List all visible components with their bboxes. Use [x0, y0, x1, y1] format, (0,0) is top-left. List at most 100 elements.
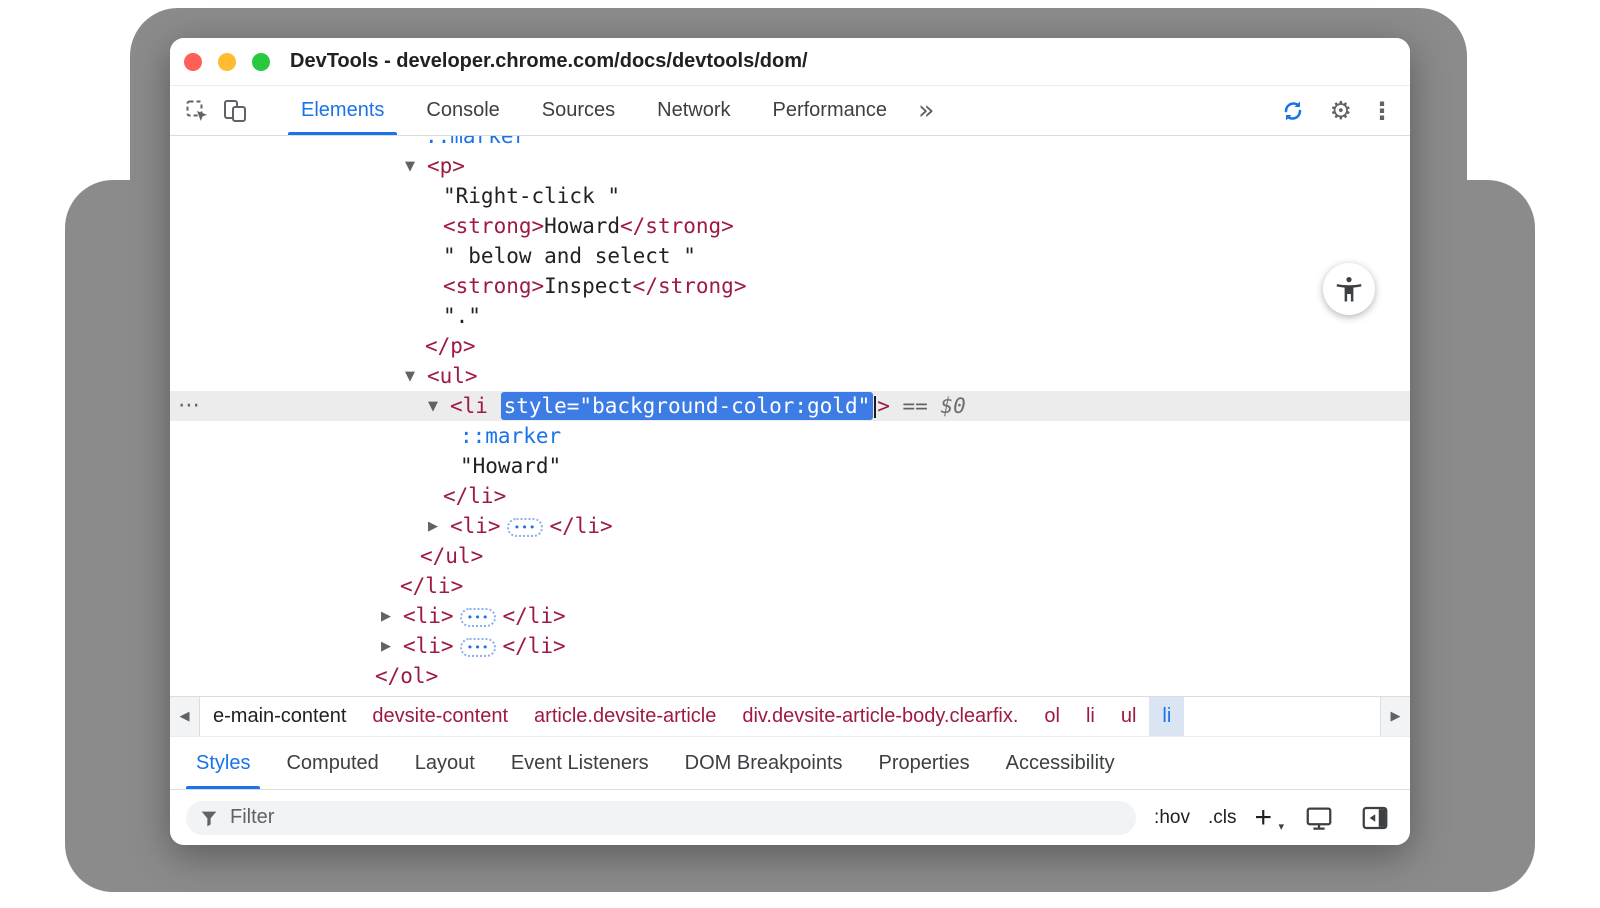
tag-token: > [877, 394, 890, 418]
filter-funnel-icon [198, 807, 220, 829]
style-filter-pill[interactable] [186, 801, 1136, 835]
dom-tree-line[interactable]: ::marker [170, 421, 1410, 451]
tag-token: </li> [443, 484, 506, 508]
dom-tree-line[interactable]: ▶<li>•••</li> [170, 511, 1410, 541]
caret-down-icon: ▾ [1278, 820, 1284, 833]
breadcrumb-item[interactable]: div.devsite-article-body.clearfix. [729, 697, 1031, 736]
dom-tree-line[interactable]: <strong>Howard</strong> [170, 211, 1410, 241]
breadcrumb: e-main-contentdevsite-contentarticle.dev… [200, 697, 1380, 736]
breadcrumb-item[interactable]: ol [1031, 697, 1073, 736]
tag-token: </strong> [633, 274, 747, 298]
monitor-icon[interactable] [1300, 803, 1338, 833]
more-tabs-icon[interactable]: » [908, 86, 945, 135]
tag-token: </li> [502, 604, 565, 628]
accessibility-icon [1334, 274, 1364, 304]
styles-filter-bar: :hov .cls + ▾ [170, 790, 1410, 845]
breadcrumb-scroll-right-icon[interactable]: ▶ [1380, 697, 1410, 736]
more-actions-icon[interactable]: ⋯ [178, 391, 201, 421]
dom-tree-line[interactable]: </li> [170, 481, 1410, 511]
tab-network[interactable]: Network [636, 86, 751, 135]
dom-tree-line[interactable]: "Howard" [170, 451, 1410, 481]
tag-token: <p> [427, 154, 465, 178]
dom-tree-line[interactable]: "." [170, 301, 1410, 331]
tag-token: </ol> [375, 664, 438, 688]
new-style-rule-button[interactable]: + ▾ [1254, 803, 1282, 833]
tag-token: <li> [403, 604, 454, 628]
dom-tree-line[interactable]: ⋯▼<li style="background-color:gold"> == … [170, 391, 1410, 421]
minimize-button[interactable] [218, 53, 236, 71]
sidebar-tab-properties[interactable]: Properties [861, 737, 988, 789]
tag-token: <ul> [427, 364, 478, 388]
dom-tree-line[interactable]: ▼<p> [170, 151, 1410, 181]
plus-icon: + [1254, 801, 1272, 834]
zoom-button[interactable] [252, 53, 270, 71]
text-token: Inspect [544, 274, 633, 298]
toggle-element-state-button[interactable]: :hov [1154, 807, 1190, 829]
tag-token: <li> [403, 634, 454, 658]
pseudo-element-token: ::marker [460, 424, 561, 448]
tab-sources[interactable]: Sources [521, 86, 636, 135]
sidebar-tab-accessibility[interactable]: Accessibility [988, 737, 1133, 789]
expand-children-icon[interactable]: ••• [460, 638, 497, 657]
sidebar-tab-computed[interactable]: Computed [268, 737, 396, 789]
text-token: "Right-click " [443, 184, 620, 208]
devtools-toolbar: ElementsConsoleSourcesNetworkPerformance… [170, 86, 1410, 136]
sidebar-tab-event-listeners[interactable]: Event Listeners [493, 737, 667, 789]
dom-tree-line[interactable]: <strong>Inspect</strong> [170, 271, 1410, 301]
breadcrumb-item[interactable]: devsite-content [359, 697, 521, 736]
sidebar-tab-layout[interactable]: Layout [397, 737, 493, 789]
breadcrumb-item[interactable]: e-main-content [200, 697, 359, 736]
breadcrumb-scroll-left-icon[interactable]: ◀ [170, 697, 200, 736]
accessibility-button[interactable] [1323, 263, 1375, 315]
breadcrumb-item[interactable]: li [1149, 697, 1184, 736]
settings-gear-icon[interactable]: ⚙ [1330, 96, 1352, 125]
dom-tree-line[interactable]: ▶<li>•••</li> [170, 631, 1410, 661]
inspect-icon[interactable] [178, 86, 216, 135]
dom-tree-line[interactable]: </p> [170, 331, 1410, 361]
expand-arrow-icon[interactable]: ▼ [405, 362, 427, 392]
sidebar-tab-styles[interactable]: Styles [178, 737, 268, 789]
dom-tree-line[interactable]: ▼<ul> [170, 361, 1410, 391]
expand-arrow-icon[interactable]: ▼ [428, 392, 450, 422]
dom-tree-line[interactable]: </ol> [170, 661, 1410, 691]
breadcrumb-item[interactable]: article.devsite-article [521, 697, 729, 736]
style-filter-input[interactable] [230, 806, 1124, 829]
close-button[interactable] [184, 53, 202, 71]
devtools-window: DevTools - developer.chrome.com/docs/dev… [170, 38, 1410, 845]
titlebar: DevTools - developer.chrome.com/docs/dev… [170, 38, 1410, 86]
tag-token: </ul> [420, 544, 483, 568]
equals-token: == [890, 394, 941, 418]
tab-performance[interactable]: Performance [752, 86, 909, 135]
expand-children-icon[interactable]: ••• [507, 518, 544, 537]
device-toolbar-icon[interactable] [216, 86, 254, 135]
element-classes-button[interactable]: .cls [1208, 807, 1237, 829]
sync-icon[interactable] [1274, 97, 1312, 125]
text-token: "." [443, 304, 481, 328]
tag-token: </li> [400, 574, 463, 598]
expand-children-icon[interactable]: ••• [460, 608, 497, 627]
tab-elements[interactable]: Elements [280, 86, 405, 135]
collapse-arrow-icon[interactable]: ▶ [381, 632, 403, 662]
kebab-menu-icon[interactable]: ⋮ [1370, 97, 1394, 125]
breadcrumb-item[interactable]: li [1073, 697, 1108, 736]
tag-token: <li> [450, 514, 501, 538]
dom-tree-line[interactable]: " below and select " [170, 241, 1410, 271]
tag-token: </p> [425, 334, 476, 358]
breadcrumb-item[interactable]: ul [1108, 697, 1150, 736]
tag-token: <li [450, 394, 501, 418]
dom-tree-line[interactable]: </ul> [170, 541, 1410, 571]
tab-console[interactable]: Console [405, 86, 520, 135]
dom-tree-line[interactable]: ::marker [170, 136, 1410, 151]
collapse-arrow-icon[interactable]: ▶ [381, 602, 403, 632]
dock-sidebar-icon[interactable] [1356, 803, 1394, 833]
dollar0-token: $0 [940, 394, 965, 418]
selected-attribute-token[interactable]: style="background-color:gold" [501, 392, 874, 420]
dom-tree-line[interactable]: </li> [170, 571, 1410, 601]
text-token: "Howard" [460, 454, 561, 478]
expand-arrow-icon[interactable]: ▼ [405, 152, 427, 182]
sidebar-tab-dom-breakpoints[interactable]: DOM Breakpoints [667, 737, 861, 789]
collapse-arrow-icon[interactable]: ▶ [428, 512, 450, 542]
dom-tree-line[interactable]: ▶<li> ••• </li> [170, 601, 1410, 631]
dom-tree-line[interactable]: "Right-click " [170, 181, 1410, 211]
pseudo-element-token: ::marker [425, 136, 526, 148]
